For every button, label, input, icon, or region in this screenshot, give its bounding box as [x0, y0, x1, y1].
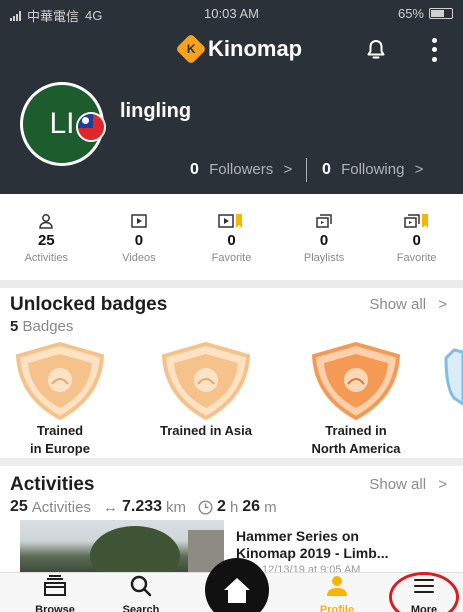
brand-logo: K Kinomap: [175, 33, 303, 65]
activities-count-label: Activities: [31, 498, 91, 516]
battery-percent: 65%: [397, 6, 424, 21]
stat-playlists[interactable]: 0 Playlists: [278, 212, 371, 274]
nav-profile[interactable]: Profile: [302, 575, 372, 612]
badge-partial-icon[interactable]: [444, 348, 463, 408]
stat-label: Playlists: [303, 252, 345, 264]
badge-label: Trained in: [325, 423, 387, 438]
person-icon: [39, 214, 54, 229]
section-divider: [0, 458, 463, 466]
badge-trained-north-america[interactable]: Trained in North America: [296, 340, 416, 456]
divider: [306, 158, 307, 182]
stat-favorite-videos[interactable]: 0 Favorite: [185, 212, 278, 274]
stat-label: Favorite: [211, 252, 252, 264]
minutes-value: 26: [242, 498, 261, 515]
badge-trained-europe[interactable]: Trained in Europe: [0, 340, 120, 456]
app-bar: K Kinomap: [0, 28, 463, 72]
following-link[interactable]: 0 Following >: [322, 161, 423, 179]
distance-arrows-icon: ↔: [102, 498, 118, 516]
chevron-right-icon: >: [438, 476, 447, 493]
activities-count: 25: [10, 498, 28, 515]
minutes-unit: m: [264, 498, 277, 516]
stat-label: Activities: [24, 252, 68, 264]
username: lingling: [120, 100, 192, 122]
nav-label: Search: [122, 604, 160, 612]
nav-search[interactable]: Search: [106, 575, 176, 612]
activity-date: 12/13/19 at 9:05 AM: [262, 564, 361, 572]
bell-icon[interactable]: [364, 38, 388, 62]
battery-icon: [429, 8, 453, 19]
badge-label: Trained in Asia: [160, 423, 252, 438]
stat-value: 25: [37, 232, 55, 249]
chevron-right-icon: >: [438, 296, 447, 313]
nav-label: Browse: [35, 604, 75, 612]
stat-activities[interactable]: 25 Activities: [0, 212, 93, 274]
video-bookmark-icon: [218, 214, 243, 228]
distance-value: 7.233: [121, 498, 163, 515]
status-bar: 中華電信 4G 10:03 AM 65%: [0, 0, 463, 26]
nav-label: Profile: [319, 604, 355, 612]
profile-stats: 25 Activities 0 Videos 0 Favorite 0 Play…: [0, 212, 463, 274]
followers-count: 0: [190, 161, 199, 178]
badge-shield-icon: [311, 341, 401, 420]
badges-count: 5 Badges: [10, 318, 74, 335]
profile-icon: [327, 576, 347, 596]
badges-title: Unlocked badges: [10, 294, 168, 315]
hours-value: 2: [217, 498, 226, 515]
playlist-icon: [316, 214, 332, 228]
distance-unit: km: [166, 498, 187, 516]
search-icon: [130, 575, 152, 597]
activities-show-all-link[interactable]: Show all >: [369, 476, 447, 493]
nav-browse[interactable]: Browse: [20, 575, 90, 612]
stat-value: 0: [412, 232, 421, 249]
playlist-bookmark-icon: [403, 214, 428, 228]
follow-stats: 0 Followers > 0 Following >: [0, 158, 463, 184]
taiwan-flag-icon: [76, 112, 106, 142]
stat-favorite-playlists[interactable]: 0 Favorite: [370, 212, 463, 274]
badges-show-all-link[interactable]: Show all >: [369, 296, 447, 313]
clock-icon: [198, 499, 213, 515]
show-all-label: Show all: [369, 296, 427, 313]
chevron-right-icon: >: [283, 161, 293, 178]
clock: 10:03 AM: [204, 6, 259, 21]
video-icon: [131, 214, 147, 228]
stat-label: Videos: [122, 252, 156, 264]
kinomap-logo-icon: K: [175, 33, 207, 65]
badge-label: Trained: [36, 423, 84, 438]
badge-shield-icon: [15, 341, 105, 420]
kebab-menu-icon[interactable]: [424, 36, 444, 64]
stat-value: 0: [134, 232, 144, 249]
following-label: Following: [341, 161, 405, 178]
stat-label: Favorite: [396, 252, 437, 264]
brand-name: Kinomap: [208, 36, 303, 61]
show-all-label: Show all: [369, 476, 427, 493]
followers-label: Followers: [209, 161, 274, 178]
hours-unit: h: [229, 498, 239, 516]
chevron-right-icon: >: [414, 161, 424, 178]
badge-label: North America: [311, 441, 401, 456]
badge-label: in Europe: [30, 441, 90, 456]
activity-thumbnail: [20, 520, 224, 572]
activity-title: Hammer Series on Kinomap 2019 - Limb...: [236, 528, 389, 561]
activities-title: Activities: [10, 474, 95, 495]
badge-shield-icon: [161, 341, 251, 420]
avatar-initials: LI: [49, 107, 75, 140]
activities-summary: 25 Activities ↔ 7.233 km 2h 26 m: [10, 498, 277, 516]
stat-videos[interactable]: 0 Videos: [93, 212, 186, 274]
followers-link[interactable]: 0 Followers >: [190, 161, 292, 179]
tray-icon: [44, 575, 66, 596]
stat-value: 0: [227, 232, 236, 249]
section-divider: [0, 280, 463, 288]
stat-value: 0: [319, 232, 329, 249]
badge-trained-asia[interactable]: Trained in Asia: [146, 340, 266, 442]
home-icon: [224, 578, 250, 603]
following-count: 0: [322, 161, 331, 178]
